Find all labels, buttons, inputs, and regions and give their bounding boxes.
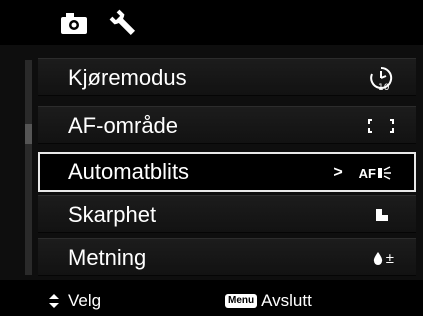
- select-hint: Velg: [48, 291, 101, 311]
- menu-item-automatblits[interactable]: Automatblits > AF: [38, 152, 416, 192]
- camera-icon[interactable]: [55, 8, 95, 38]
- exit-hint: Menu Avslutt: [225, 291, 312, 311]
- select-hint-label: Velg: [68, 291, 102, 310]
- menu-item-skarphet[interactable]: Skarphet: [38, 195, 416, 233]
- scrollbar-thumb[interactable]: [25, 124, 32, 144]
- self-timer-icon: 10: [368, 64, 394, 92]
- exit-hint-label: Avslutt: [261, 291, 312, 310]
- sharpness-icon: [374, 201, 394, 229]
- hint-bar: Velg Menu Avslutt: [0, 284, 423, 316]
- menu-item-metning[interactable]: Metning ±: [38, 238, 416, 276]
- menu-item-label: Kjøremodus: [68, 65, 187, 90]
- submenu-arrow-icon: >: [333, 164, 343, 181]
- menu-item-label: Skarphet: [68, 202, 157, 227]
- tab-bar: [0, 0, 423, 45]
- saturation-icon: ±: [372, 244, 394, 272]
- menu-item-label: AF-område: [68, 113, 179, 138]
- svg-text:10: 10: [378, 83, 390, 91]
- menu-item-kjoremodus[interactable]: Kjøremodus 10: [38, 58, 416, 96]
- af-area-brackets-icon: [368, 112, 394, 140]
- af-assist-lamp-icon: [376, 165, 392, 181]
- value-group: > AF: [333, 159, 392, 187]
- menu-key-icon: Menu: [225, 294, 258, 308]
- saturation-plusminus: ±: [385, 249, 394, 267]
- scrollbar-track[interactable]: [25, 60, 32, 275]
- up-down-arrows-icon: [49, 294, 59, 308]
- menu-item-label: Automatblits: [68, 159, 190, 184]
- af-lamp-text: AF: [358, 165, 376, 181]
- menu-item-af-omrade[interactable]: AF-område: [38, 106, 416, 144]
- wrench-icon[interactable]: [103, 8, 143, 38]
- menu-item-label: Metning: [68, 245, 147, 270]
